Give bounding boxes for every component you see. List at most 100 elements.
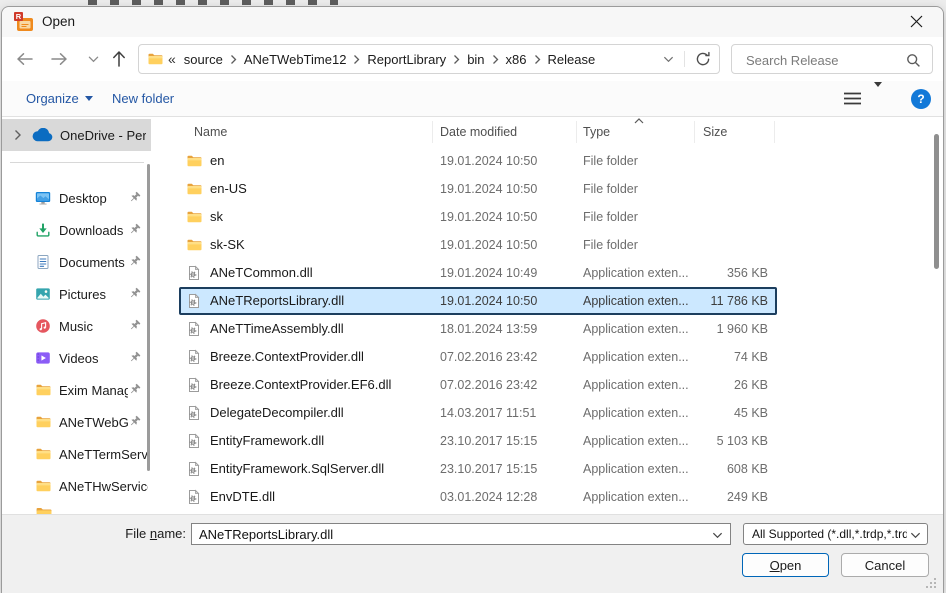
file-size: 26 KB xyxy=(733,378,768,392)
breadcrumb-segment[interactable]: x86 xyxy=(503,52,530,67)
sidebar-item-anettermservic[interactable]: ANeTTermServic xyxy=(2,438,148,470)
dll-icon xyxy=(186,405,202,421)
back-button[interactable] xyxy=(12,46,38,72)
column-header-name[interactable]: Name xyxy=(194,119,227,145)
view-mode-button[interactable] xyxy=(844,91,861,106)
file-size: 1 960 KB xyxy=(716,322,768,336)
file-row[interactable]: EntityFramework.SqlServer.dll 23.10.2017 … xyxy=(169,455,945,483)
file-row[interactable]: sk 19.01.2024 10:50 File folder xyxy=(169,203,945,231)
sidebar-item-videos[interactable]: Videos xyxy=(2,342,148,374)
sidebar-item-onedrive[interactable]: OneDrive - Pers xyxy=(2,119,151,151)
list-view-icon xyxy=(844,92,861,105)
file-type-dropdown[interactable]: All Supported (*.dll,*.trdp,*.trdx xyxy=(743,523,928,545)
file-name: sk-SK xyxy=(210,237,245,252)
sidebar-item-exim-manag[interactable]: Exim Manag xyxy=(2,374,148,406)
file-size: 249 KB xyxy=(726,490,768,504)
breadcrumb-collapsed-button[interactable]: « xyxy=(163,51,181,67)
breadcrumb-segment[interactable]: Release xyxy=(545,52,599,67)
close-icon xyxy=(910,15,923,28)
file-row[interactable]: EntityFramework.dll 23.10.2017 15:15 Appli… xyxy=(169,427,945,455)
command-bar: Organize New folder ? xyxy=(2,81,943,117)
column-separator[interactable] xyxy=(576,121,577,143)
title-bar[interactable]: R Open xyxy=(2,7,943,38)
search-input[interactable] xyxy=(744,48,903,72)
column-header-size[interactable]: Size xyxy=(703,119,727,145)
search-box xyxy=(731,44,933,74)
file-row[interactable]: DelegateDecompiler.dll 14.03.2017 11:51 Ap… xyxy=(169,399,945,427)
chevron-right-icon[interactable] xyxy=(14,129,22,141)
resize-grip[interactable] xyxy=(924,576,937,589)
column-header-date-modified[interactable]: Date modified xyxy=(440,119,517,145)
sidebar-item-label: Music xyxy=(59,318,93,334)
refresh-button[interactable] xyxy=(695,51,711,67)
breadcrumb-segment[interactable]: ANeTWebTime12 xyxy=(241,52,350,67)
chevron-down-icon xyxy=(663,56,674,63)
breadcrumb-segment[interactable]: ReportLibrary xyxy=(364,52,449,67)
folder-icon xyxy=(35,478,51,494)
file-size: 11 786 KB xyxy=(710,294,768,308)
desktop-icon xyxy=(35,190,51,206)
forward-button[interactable] xyxy=(46,46,72,72)
pin-icon xyxy=(128,287,142,301)
sidebar-scrollbar[interactable] xyxy=(147,164,150,471)
file-name: EntityFramework.dll xyxy=(210,433,325,448)
column-separator[interactable] xyxy=(432,121,433,143)
dll-icon xyxy=(186,293,202,309)
file-name: sk xyxy=(210,209,223,224)
sidebar-item-documents[interactable]: Documents xyxy=(2,246,148,278)
chevron-right-icon xyxy=(349,54,364,65)
file-date-modified: 19.01.2024 10:50 xyxy=(440,154,538,168)
file-row[interactable]: en 19.01.2024 10:50 File folder xyxy=(169,147,945,175)
file-type: File folder xyxy=(583,154,638,168)
address-dropdown-button[interactable] xyxy=(663,55,674,63)
new-folder-label: New folder xyxy=(112,91,175,106)
open-button[interactable]: Open xyxy=(742,553,829,577)
file-row[interactable]: ANeTReportsLibrary.dll 19.01.2024 10:50 Ap… xyxy=(169,287,945,315)
file-row[interactable]: Breeze.ContextProvider.dll 07.02.2016 23:… xyxy=(169,343,945,371)
dll-icon xyxy=(186,433,202,449)
sidebar-item-label: Exim Manag xyxy=(59,382,128,398)
sidebar-item-music[interactable]: Music xyxy=(2,310,148,342)
sidebar-item-pictures[interactable]: Pictures xyxy=(2,278,148,310)
file-row[interactable]: ANeTCommon.dll 19.01.2024 10:49 Applicatio… xyxy=(169,259,945,287)
column-separator[interactable] xyxy=(774,121,775,143)
file-list-scrollbar[interactable] xyxy=(934,134,939,269)
pin-icon xyxy=(128,383,142,397)
sidebar-item-anethwservice[interactable]: ANeTHwService xyxy=(2,470,148,502)
file-name: Breeze.ContextProvider.EF6.dll xyxy=(210,377,392,392)
close-button[interactable] xyxy=(897,7,935,36)
new-folder-button[interactable]: New folder xyxy=(112,81,174,116)
chevron-down-icon xyxy=(910,531,921,539)
column-separator[interactable] xyxy=(694,121,695,143)
up-button[interactable] xyxy=(106,46,132,72)
column-header-type[interactable]: Type xyxy=(583,119,610,145)
breadcrumb-segment[interactable]: source xyxy=(181,52,226,67)
folder-icon xyxy=(186,153,202,169)
search-icon xyxy=(906,53,921,68)
recent-locations-button[interactable] xyxy=(80,46,106,72)
sidebar-item-downloads[interactable]: Downloads xyxy=(2,214,148,246)
file-row[interactable]: sk-SK 19.01.2024 10:50 File folder xyxy=(169,231,945,259)
file-size: 5 103 KB xyxy=(716,434,768,448)
open-file-dialog: R Open « source ANeTWebTime12 ReportLibr… xyxy=(1,6,944,593)
file-name: EnvDTE.dll xyxy=(210,489,276,504)
sidebar-item-anetwebgu[interactable]: ANeTWebGu xyxy=(2,406,148,438)
file-row[interactable]: EnvDTE.dll 03.01.2024 12:28 Application ex… xyxy=(169,483,945,511)
file-date-modified: 14.03.2017 11:51 xyxy=(440,406,537,420)
help-button[interactable]: ? xyxy=(911,89,931,109)
file-date-modified: 19.01.2024 10:50 xyxy=(440,294,538,308)
sidebar-item-desktop[interactable]: Desktop xyxy=(2,182,148,214)
file-row[interactable]: Breeze.ContextProvider.EF6.dll 07.02.2016… xyxy=(169,371,945,399)
pin-icon xyxy=(128,319,142,333)
screen: R Open « source ANeTWebTime12 ReportLibr… xyxy=(0,0,946,593)
sort-ascending-icon xyxy=(634,118,644,124)
folder-icon xyxy=(35,446,51,462)
cancel-button[interactable]: Cancel xyxy=(841,553,929,577)
file-row[interactable]: ANeTTimeAssembly.dll 18.01.2024 13:59 Appl… xyxy=(169,315,945,343)
file-name-input[interactable] xyxy=(192,524,711,544)
file-row[interactable]: en-US 19.01.2024 10:50 File folder xyxy=(169,175,945,203)
file-name-dropdown-button[interactable] xyxy=(712,531,723,539)
breadcrumb-segment[interactable]: bin xyxy=(464,52,487,67)
breadcrumb: « source ANeTWebTime12 ReportLibrary bin x86… xyxy=(138,44,720,74)
organize-button[interactable]: Organize xyxy=(26,81,93,116)
